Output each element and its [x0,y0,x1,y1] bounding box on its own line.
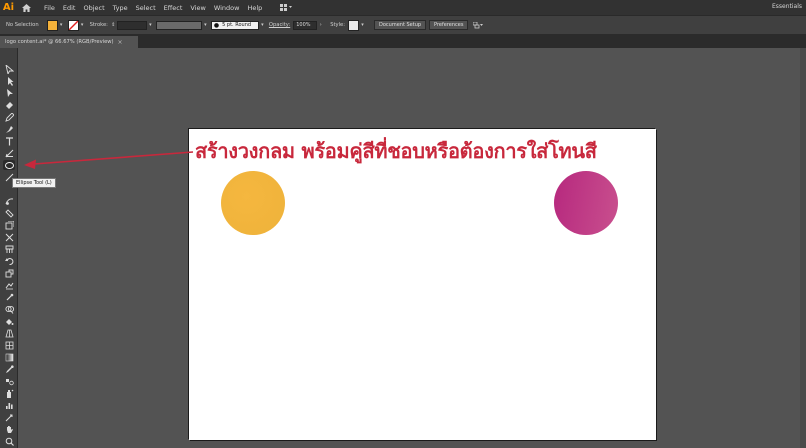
document-setup-button[interactable]: Document Setup [374,20,427,30]
selection-status: No Selection [6,22,39,28]
column-graph-icon[interactable] [3,400,15,410]
zoom-tool-icon[interactable] [3,436,15,446]
perspective-icon[interactable] [3,328,15,338]
menu-select[interactable]: Select [136,4,156,12]
free-transform-icon[interactable] [3,244,15,254]
control-bar: No Selection ▾ ▾ Stroke: ⇕ ▾ ▾ ● 5 pt. R… [0,15,806,34]
arrange-icon[interactable] [472,21,484,30]
ellipse-tool-tooltip: Ellipse Tool (L) [12,178,56,188]
document-tab[interactable]: logo content.ai* @ 66.67% (RGB/Preview) … [0,36,138,48]
tools-panel: Ellipse Tool (L) [0,48,56,448]
opacity-dropdown-icon[interactable]: › [317,21,324,30]
symbol-sprayer-icon[interactable] [3,388,15,398]
width-icon[interactable] [3,232,15,242]
variable-width-profile[interactable] [155,20,202,30]
illustrator-window: Ai File Edit Object Type Select Effect V… [0,0,806,448]
eyedropper-icon[interactable] [3,364,15,374]
graphic-style-swatch[interactable] [348,19,359,31]
fill-swatch[interactable] [46,19,58,31]
reshape-icon[interactable] [3,268,15,278]
stroke-weight-field[interactable] [116,20,147,30]
puppet-warp-icon[interactable] [3,292,15,302]
shaper-icon[interactable] [3,196,15,206]
scale-icon[interactable] [3,220,15,230]
menu-type[interactable]: Type [113,4,128,12]
opacity-label[interactable]: Opacity: [269,22,290,28]
menu-effect[interactable]: Effect [164,4,183,12]
curvature-icon[interactable] [3,124,15,134]
blend-icon[interactable] [3,376,15,386]
eraser-icon[interactable] [3,100,15,110]
style-dropdown-icon[interactable]: ▾ [359,21,366,30]
menu-object[interactable]: Object [83,4,104,12]
close-icon[interactable]: × [118,39,123,46]
mesh-icon[interactable] [3,340,15,350]
type-tool-icon[interactable] [3,136,15,146]
shape-builder-icon[interactable] [3,304,15,314]
opacity-field[interactable]: 100% [293,20,318,30]
vertical-scrollbar[interactable] [800,48,806,448]
stroke-weight-stepper-icon[interactable]: ⇕ [110,21,117,30]
hand-tool-icon[interactable] [3,424,15,434]
document-tab-bar: logo content.ai* @ 66.67% (RGB/Preview) … [0,34,806,48]
brush-name: 5 pt. Round [222,22,252,28]
menu-help[interactable]: Help [247,4,262,12]
preferences-button[interactable]: Preferences [429,20,469,30]
fill-dropdown-icon[interactable]: ▾ [58,21,65,30]
paintbrush-icon[interactable] [3,148,15,158]
menu-items: File Edit Object Type Select Effect View… [44,4,270,12]
style-label: Style: [330,22,345,28]
stroke-label: Stroke: [89,22,108,28]
pen-tool-icon[interactable] [3,112,15,122]
rotate-icon[interactable] [3,208,15,218]
stroke-weight-dropdown-icon[interactable]: ▾ [147,21,154,30]
home-icon[interactable] [17,0,35,15]
magenta-circle[interactable] [554,171,618,235]
magic-wand-icon[interactable] [3,88,15,98]
document-title: logo content.ai* @ 66.67% (RGB/Preview) [5,39,114,45]
profile-dropdown-icon[interactable]: ▾ [202,21,209,30]
orange-circle[interactable] [221,171,285,235]
slice-icon[interactable] [3,412,15,422]
live-paint-icon[interactable] [3,316,15,326]
menu-view[interactable]: View [190,4,205,12]
direct-selection-tool-icon[interactable] [3,76,15,86]
stroke-swatch[interactable] [67,19,79,31]
arrange-documents-icon[interactable] [280,4,293,11]
selection-tool-icon[interactable] [3,64,15,74]
annotation-text: สร้างวงกลม พร้อมคู่สีที่ชอบหรือต้องการใส… [195,139,597,163]
workspace-switcher[interactable]: Essentials [772,3,802,10]
stroke-dropdown-icon[interactable]: ▾ [79,21,86,30]
menu-window[interactable]: Window [214,4,240,12]
undo-rotate-icon[interactable] [3,256,15,266]
menu-edit[interactable]: Edit [63,4,76,12]
brush-dot-icon: ● [213,21,220,29]
menu-file[interactable]: File [44,4,55,12]
app-logo: Ai [2,2,15,13]
brush-dropdown-icon[interactable]: ▾ [259,21,266,30]
warp-icon[interactable] [3,280,15,290]
brush-definition[interactable]: ● 5 pt. Round [210,20,259,30]
gradient-icon[interactable] [3,352,15,362]
ellipse-tool-icon[interactable] [3,160,15,170]
menu-bar: Ai File Edit Object Type Select Effect V… [0,0,806,15]
